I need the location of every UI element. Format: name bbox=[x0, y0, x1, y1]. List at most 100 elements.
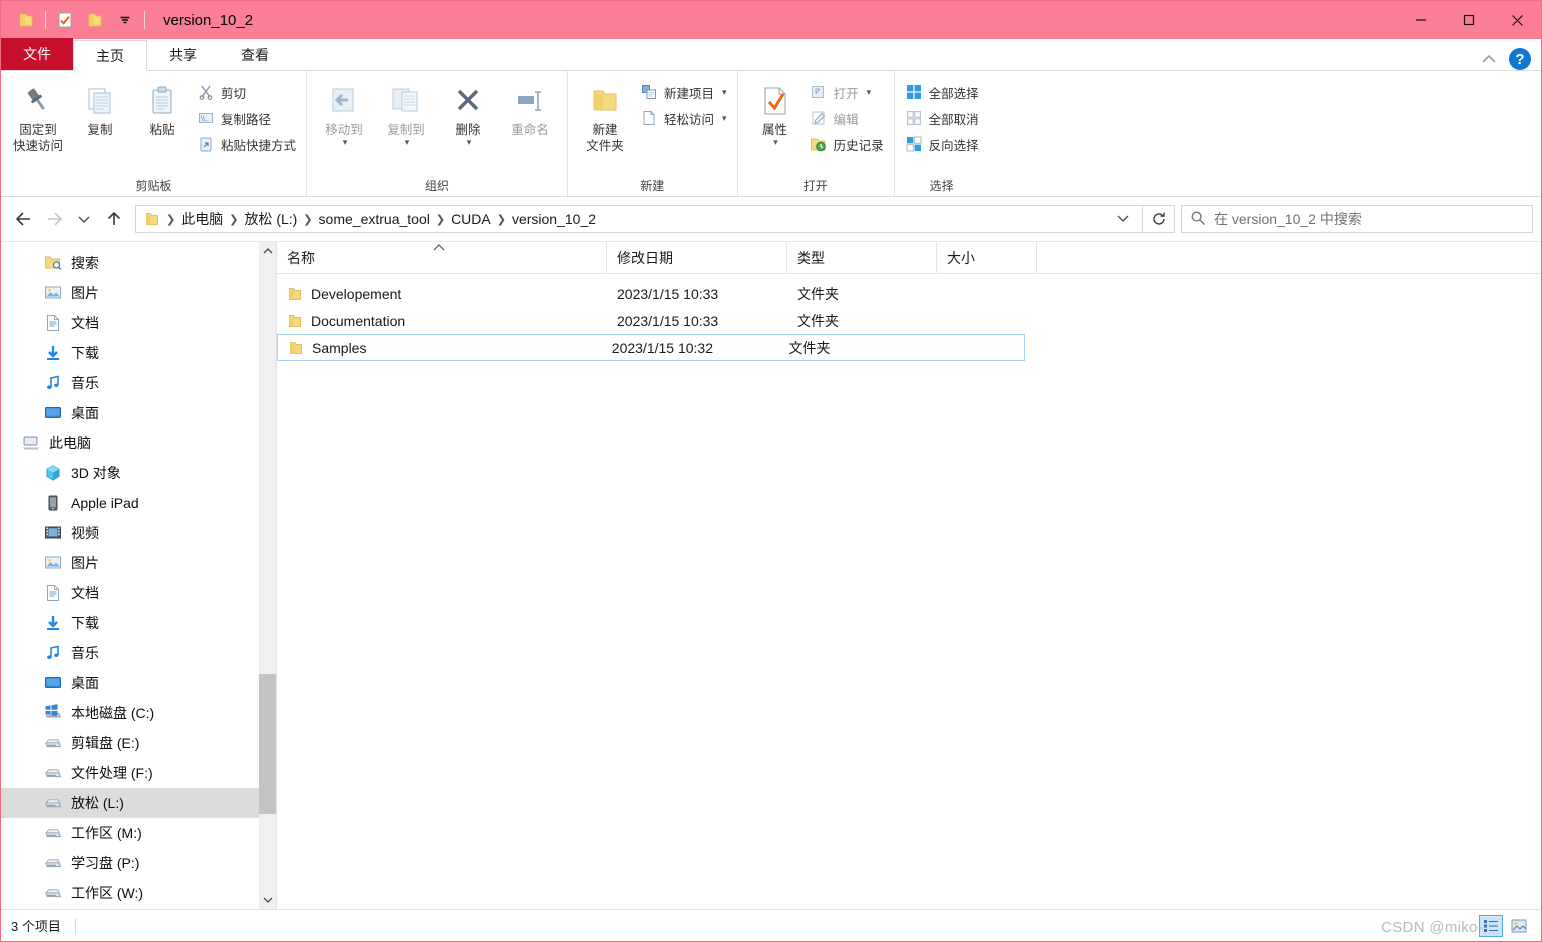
breadcrumb-separator-0[interactable]: ❯ bbox=[164, 213, 177, 226]
sidebar-item-15[interactable]: 本地磁盘 (C:) bbox=[1, 698, 276, 728]
delete-caret-icon[interactable]: ▾ bbox=[467, 137, 472, 147]
scrollbar-track[interactable] bbox=[259, 259, 276, 892]
sidebar-item-16[interactable]: 剪辑盘 (E:) bbox=[1, 728, 276, 758]
breadcrumb-item-4[interactable]: version_10_2 bbox=[508, 211, 600, 227]
desktop-icon bbox=[43, 403, 63, 423]
pin-icon bbox=[21, 81, 55, 121]
tab-share[interactable]: 共享 bbox=[147, 39, 219, 70]
sidebar-item-1[interactable]: 图片 bbox=[1, 278, 276, 308]
sidebar-item-3[interactable]: 下载 bbox=[1, 338, 276, 368]
forward-button[interactable] bbox=[39, 204, 69, 234]
tab-file[interactable]: 文件 bbox=[1, 38, 73, 70]
sidebar-item-18[interactable]: 放松 (L:) bbox=[1, 788, 276, 818]
sidebar-item-14[interactable]: 桌面 bbox=[1, 668, 276, 698]
select-none-button[interactable]: 全部取消 bbox=[901, 107, 983, 129]
breadcrumb-item-3[interactable]: CUDA bbox=[447, 211, 495, 227]
select-all-button[interactable]: 全部选择 bbox=[901, 81, 983, 103]
sidebar-item-21[interactable]: 工作区 (W:) bbox=[1, 878, 276, 908]
qat-chevron-down-icon[interactable] bbox=[110, 5, 140, 35]
sidebar-item-5[interactable]: 桌面 bbox=[1, 398, 276, 428]
sidebar-item-2[interactable]: 文档 bbox=[1, 308, 276, 338]
easy-access-button[interactable]: 轻松访问 ▾ bbox=[636, 107, 731, 129]
cut-button[interactable]: 剪切 bbox=[193, 81, 300, 103]
recent-locations-chevron-down-icon[interactable] bbox=[69, 204, 99, 234]
minimize-button[interactable] bbox=[1397, 1, 1445, 39]
sidebar-item-9[interactable]: 视频 bbox=[1, 518, 276, 548]
copy-button[interactable]: 复制 bbox=[69, 75, 131, 137]
help-button[interactable]: ? bbox=[1509, 48, 1531, 70]
new-item-button[interactable]: 新建项目 ▾ bbox=[636, 81, 731, 103]
breadcrumb-separator-3[interactable]: ❯ bbox=[434, 213, 447, 226]
sidebar-item-12[interactable]: 下载 bbox=[1, 608, 276, 638]
column-header-date[interactable]: 修改日期 bbox=[607, 241, 787, 274]
properties-button[interactable]: 属性 ▾ bbox=[744, 75, 806, 148]
back-button[interactable] bbox=[9, 204, 39, 234]
breadcrumb-separator-4[interactable]: ❯ bbox=[495, 213, 508, 226]
breadcrumb-separator-2[interactable]: ❯ bbox=[301, 213, 314, 226]
breadcrumb-dropdown-chevron-down-icon[interactable] bbox=[1108, 212, 1138, 227]
scroll-up-chevron-up-icon[interactable] bbox=[259, 242, 276, 259]
view-mode-buttons bbox=[1479, 914, 1531, 937]
open-button[interactable]: 打开 ▾ bbox=[806, 81, 888, 103]
delete-button[interactable]: 删除 ▾ bbox=[437, 75, 499, 148]
copy-path-button[interactable]: \\.. 复制路径 bbox=[193, 107, 300, 129]
new-item-caret-icon[interactable]: ▾ bbox=[722, 87, 727, 98]
new-folder-icon[interactable] bbox=[80, 5, 110, 35]
column-header-type[interactable]: 类型 bbox=[787, 241, 937, 274]
breadcrumb[interactable]: ❯ 此电脑 ❯ 放松 (L:) ❯ some_extrua_tool ❯ CUD… bbox=[135, 205, 1143, 233]
breadcrumb-item-1[interactable]: 放松 (L:) bbox=[240, 209, 301, 229]
sidebar-item-13[interactable]: 音乐 bbox=[1, 638, 276, 668]
table-row[interactable]: Samples 2023/1/15 10:32 文件夹 bbox=[277, 334, 1025, 361]
sidebar-item-19[interactable]: 工作区 (M:) bbox=[1, 818, 276, 848]
column-header-size[interactable]: 大小 bbox=[937, 241, 1037, 274]
collapse-ribbon-chevron-up-icon[interactable] bbox=[1481, 51, 1497, 67]
paste-button[interactable]: 粘贴 bbox=[131, 75, 193, 137]
copy-to-caret-icon[interactable]: ▾ bbox=[405, 137, 410, 147]
breadcrumb-item-0[interactable]: 此电脑 bbox=[177, 209, 227, 229]
table-row[interactable]: Documentation 2023/1/15 10:33 文件夹 bbox=[277, 307, 1541, 334]
large-icons-view-button[interactable] bbox=[1507, 915, 1531, 937]
sidebar-item-8[interactable]: Apple iPad bbox=[1, 488, 276, 518]
ribbon-group-organize: 移动到 ▾ 复制到 ▾ 删除 ▾ 重命名 组织 bbox=[307, 71, 569, 196]
rename-button[interactable]: 重命名 bbox=[499, 75, 561, 137]
paste-shortcut-button[interactable]: 粘贴快捷方式 bbox=[193, 133, 300, 155]
maximize-button[interactable] bbox=[1445, 1, 1493, 39]
sidebar-item-6[interactable]: 此电脑 bbox=[1, 428, 276, 458]
sidebar-item-7[interactable]: 3D 对象 bbox=[1, 458, 276, 488]
scroll-down-chevron-down-icon[interactable] bbox=[259, 892, 276, 909]
pin-to-quick-access-button[interactable]: 固定到 快速访问 bbox=[7, 75, 69, 154]
up-button[interactable] bbox=[99, 204, 129, 234]
invert-selection-button[interactable]: 反向选择 bbox=[901, 133, 983, 155]
breadcrumb-root-folder-icon[interactable] bbox=[140, 211, 164, 227]
table-row[interactable]: Developement 2023/1/15 10:33 文件夹 bbox=[277, 280, 1541, 307]
copy-to-button[interactable]: 复制到 ▾ bbox=[375, 75, 437, 148]
easy-access-caret-icon[interactable]: ▾ bbox=[722, 113, 727, 124]
edit-button[interactable]: 编辑 bbox=[806, 107, 888, 129]
sidebar-item-4[interactable]: 音乐 bbox=[1, 368, 276, 398]
history-button[interactable]: 历史记录 bbox=[806, 133, 888, 155]
sidebar-item-20[interactable]: 学习盘 (P:) bbox=[1, 848, 276, 878]
breadcrumb-separator-1[interactable]: ❯ bbox=[227, 213, 240, 226]
new-item-icon bbox=[640, 83, 658, 101]
sidebar-item-11[interactable]: 文档 bbox=[1, 578, 276, 608]
folder-icon[interactable] bbox=[11, 5, 41, 35]
tab-home[interactable]: 主页 bbox=[73, 40, 147, 71]
search-input[interactable]: 在 version_10_2 中搜索 bbox=[1214, 209, 1362, 229]
open-caret-icon[interactable]: ▾ bbox=[867, 87, 872, 98]
properties-caret-icon[interactable]: ▾ bbox=[773, 137, 778, 147]
move-to-caret-icon[interactable]: ▾ bbox=[343, 137, 348, 147]
new-folder-button[interactable]: 新建 文件夹 bbox=[574, 75, 636, 154]
navigation-scrollbar[interactable] bbox=[259, 242, 276, 909]
search-box[interactable]: 在 version_10_2 中搜索 bbox=[1181, 205, 1533, 233]
refresh-button[interactable] bbox=[1143, 205, 1175, 233]
sidebar-item-0[interactable]: 搜索 bbox=[1, 248, 276, 278]
scrollbar-thumb[interactable] bbox=[259, 674, 276, 814]
close-button[interactable] bbox=[1493, 1, 1541, 39]
properties-check-icon[interactable] bbox=[50, 5, 80, 35]
sidebar-item-10[interactable]: 图片 bbox=[1, 548, 276, 578]
tab-view[interactable]: 查看 bbox=[219, 39, 291, 70]
column-header-name[interactable]: 名称 bbox=[277, 241, 607, 274]
sidebar-item-17[interactable]: 文件处理 (F:) bbox=[1, 758, 276, 788]
move-to-button[interactable]: 移动到 ▾ bbox=[313, 75, 375, 148]
breadcrumb-item-2[interactable]: some_extrua_tool bbox=[315, 211, 434, 227]
